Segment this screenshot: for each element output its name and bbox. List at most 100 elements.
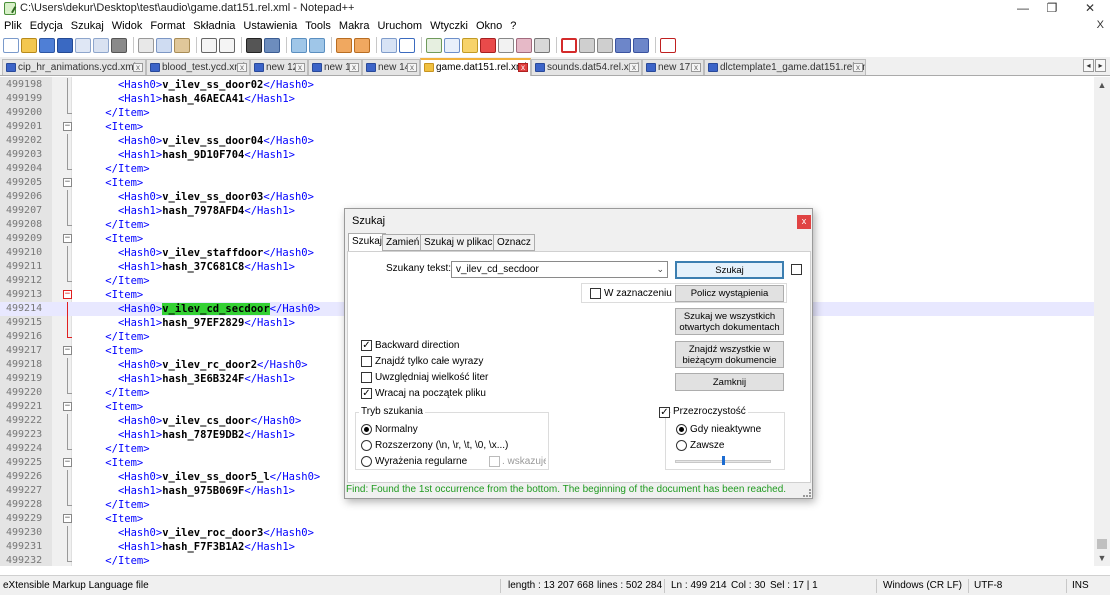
status-encoding[interactable]: UTF-8 (974, 576, 1002, 595)
monitoring-icon[interactable] (516, 37, 532, 53)
close-file-icon[interactable] (75, 37, 91, 53)
notepadpp-app-icon[interactable] (4, 2, 16, 15)
menu-format[interactable]: Format (150, 20, 185, 32)
resize-grip-icon[interactable] (803, 489, 811, 497)
tab-close-icon[interactable]: x (349, 63, 359, 72)
tab-dlctemplate1-game[interactable]: dlctemplate1_game.dat151.rel.xml x (704, 59, 866, 75)
code-line[interactable]: 499202 <Hash0>v_ilev_ss_door04</Hash0> (0, 134, 1094, 148)
redo-icon[interactable] (219, 37, 235, 53)
dot-matches-newline-checkbox[interactable] (489, 456, 500, 467)
tab-close-icon[interactable]: x (853, 63, 863, 72)
new-file-icon[interactable] (3, 37, 19, 53)
save-all-icon[interactable] (57, 37, 73, 53)
fold-toggle-icon[interactable]: − (63, 402, 72, 411)
fold-toggle-icon[interactable]: − (63, 122, 72, 131)
find-all-in-current-document-button[interactable]: Znajdź wszystkie w bieżącym dokumencie (675, 341, 784, 368)
sync-vertical-icon[interactable] (336, 37, 352, 53)
zoom-out-icon[interactable] (309, 37, 325, 53)
menu-help[interactable]: ? (510, 20, 516, 32)
user-language-icon[interactable] (444, 37, 460, 53)
tab-close-icon[interactable]: x (518, 63, 528, 72)
menu-uruchom[interactable]: Uruchom (377, 20, 422, 32)
fold-toggle-icon[interactable]: − (63, 234, 72, 243)
code-line[interactable]: 499228 </Item> (0, 498, 1094, 512)
tab-szukaj-w-plikach[interactable]: Szukaj w plikach (420, 234, 502, 251)
tab-close-icon[interactable]: x (295, 63, 305, 72)
code-line[interactable]: 499198 <Hash0>v_ilev_ss_door02</Hash0> (0, 78, 1094, 92)
code-line[interactable]: 499204 </Item> (0, 162, 1094, 176)
code-line[interactable]: 499231 <Hash1>hash_F7F3B1A2</Hash1> (0, 540, 1094, 554)
tab-new-17[interactable]: new 17 x (642, 59, 704, 75)
menu-okno[interactable]: Okno (476, 20, 502, 32)
tab-new-12[interactable]: new 12 x (250, 59, 308, 75)
tab-close-icon[interactable]: x (133, 63, 143, 72)
status-eol[interactable]: Windows (CR LF) (883, 576, 962, 595)
maximize-button[interactable]: ❐ (1034, 0, 1070, 18)
fold-toggle-icon[interactable]: − (63, 458, 72, 467)
mode-extended-radio[interactable] (361, 440, 372, 451)
zoom-in-icon[interactable] (291, 37, 307, 53)
tab-new-14[interactable]: new 14 x (362, 59, 420, 75)
dialog-close-button[interactable]: x (797, 215, 811, 229)
count-button[interactable]: Policz wystąpienia (675, 285, 784, 302)
save-macro-icon[interactable] (633, 37, 649, 53)
save-icon[interactable] (39, 37, 55, 53)
menu-szukaj[interactable]: Szukaj (71, 20, 104, 32)
transparency-always-radio[interactable] (676, 440, 687, 451)
tab-oznacz[interactable]: Oznacz (493, 234, 535, 251)
tab-cip-hr-animations[interactable]: cip_hr_animations.ycd.xml x (2, 59, 146, 75)
code-line[interactable]: 499205 − <Item> (0, 176, 1094, 190)
indent-guide-icon[interactable] (426, 37, 442, 53)
scroll-up-icon[interactable]: ▲ (1094, 77, 1110, 93)
scroll-thumb[interactable] (1097, 539, 1107, 549)
transparency-on-lose-focus-radio[interactable] (676, 424, 687, 435)
menu-tools[interactable]: Tools (305, 20, 331, 32)
open-file-icon[interactable] (21, 37, 37, 53)
record-macro-icon[interactable] (561, 37, 577, 53)
tab-game-dat151[interactable]: game.dat151.rel.xml x (420, 58, 531, 76)
play-macro-icon[interactable] (597, 37, 613, 53)
menu-plik[interactable]: Plik (4, 20, 22, 32)
find-icon[interactable] (246, 37, 262, 53)
backward-direction-checkbox[interactable] (361, 340, 372, 351)
menu-edycja[interactable]: Edycja (30, 20, 63, 32)
code-line[interactable]: 499201 − <Item> (0, 120, 1094, 134)
show-all-characters-icon[interactable] (399, 37, 415, 53)
spell-check-icon[interactable] (660, 37, 676, 53)
code-line[interactable]: 499199 <Hash1>hash_46AECA41</Hash1> (0, 92, 1094, 106)
code-line[interactable]: 499232 </Item> (0, 554, 1094, 566)
tab-szukaj[interactable]: Szukaj (348, 233, 387, 252)
code-line[interactable]: 499200 </Item> (0, 106, 1094, 120)
fold-toggle-icon[interactable]: − (63, 290, 72, 299)
wrap-around-checkbox[interactable] (361, 388, 372, 399)
vertical-scrollbar[interactable]: ▲ ▼ (1094, 77, 1110, 566)
tab-scroll-right-icon[interactable]: ▸ (1095, 59, 1106, 72)
undo-icon[interactable] (201, 37, 217, 53)
view-eye-icon[interactable] (534, 37, 550, 53)
tab-sounds-dat54[interactable]: sounds.dat54.rel.xml x (531, 59, 642, 75)
tab-close-icon[interactable]: x (691, 63, 701, 72)
code-line[interactable]: 499229 − <Item> (0, 512, 1094, 526)
chevron-down-icon[interactable]: ⌄ (656, 262, 664, 277)
stop-macro-icon[interactable] (579, 37, 595, 53)
find-all-in-open-documents-button[interactable]: Szukaj we wszystkich otwartych dokumenta… (675, 308, 784, 335)
mode-normal-radio[interactable] (361, 424, 372, 435)
scroll-down-icon[interactable]: ▼ (1094, 550, 1110, 566)
document-map-icon[interactable] (462, 37, 478, 53)
close-window-button[interactable]: ✕ (1072, 0, 1108, 18)
menu-ustawienia[interactable]: Ustawienia (243, 20, 297, 32)
paste-icon[interactable] (174, 37, 190, 53)
match-case-checkbox[interactable] (361, 372, 372, 383)
fold-toggle-icon[interactable]: − (63, 514, 72, 523)
status-insert-mode[interactable]: INS (1072, 576, 1089, 595)
code-line[interactable]: 499206 <Hash0>v_ilev_ss_door03</Hash0> (0, 190, 1094, 204)
tab-close-icon[interactable]: x (629, 63, 639, 72)
menu-skladnia[interactable]: Składnia (193, 20, 235, 32)
replace-icon[interactable] (264, 37, 280, 53)
tab-close-icon[interactable]: x (237, 63, 247, 72)
menu-wtyczki[interactable]: Wtyczki (430, 20, 468, 32)
cut-icon[interactable] (138, 37, 154, 53)
close-dialog-button[interactable]: Zamknij (675, 373, 784, 391)
run-macro-multiple-icon[interactable] (615, 37, 631, 53)
sync-horizontal-icon[interactable] (354, 37, 370, 53)
